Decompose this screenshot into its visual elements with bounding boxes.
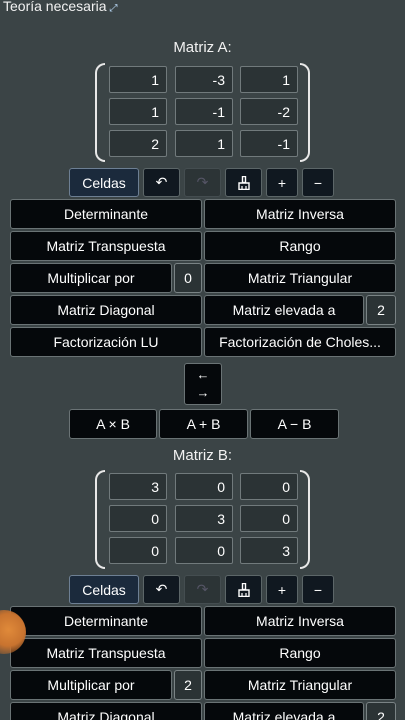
a-plus-b-button[interactable]: A + B xyxy=(159,409,248,439)
matrix-b-cell[interactable]: 0 xyxy=(109,505,167,532)
redo-button[interactable]: ↷ xyxy=(184,575,221,604)
rango-button[interactable]: Rango xyxy=(204,638,396,668)
matrix-a-cell[interactable]: -2 xyxy=(240,98,298,125)
triangular-button[interactable]: Matriz Triangular xyxy=(204,263,396,293)
matrix-a-cell[interactable]: 2 xyxy=(109,130,167,157)
matrix-b-left-bracket xyxy=(95,470,105,569)
matrix-a-cell[interactable]: 1 xyxy=(109,66,167,93)
broom-icon xyxy=(237,582,250,597)
elevada-value-input[interactable]: 2 xyxy=(366,295,396,325)
remove-button[interactable]: − xyxy=(302,575,334,604)
a-times-b-button[interactable]: A × B xyxy=(69,409,157,439)
undo-icon: ↶ xyxy=(155,174,168,190)
matrix-b-cell[interactable]: 0 xyxy=(175,537,233,564)
undo-icon: ↶ xyxy=(155,581,168,597)
broom-icon xyxy=(237,175,250,190)
elevada-value-input[interactable]: 2 xyxy=(366,702,396,720)
matrix-a-cell[interactable]: -1 xyxy=(175,98,233,125)
transpuesta-button[interactable]: Matriz Transpuesta xyxy=(10,638,202,668)
matrix-b-cell[interactable]: 0 xyxy=(240,505,298,532)
matrix-a-cell[interactable]: -1 xyxy=(240,130,298,157)
matrix-a-toolbar: Celdas ↶ ↷ + − xyxy=(69,168,334,197)
remove-button[interactable]: − xyxy=(302,168,334,197)
redo-icon: ↷ xyxy=(196,581,209,597)
matrix-b-cell[interactable]: 3 xyxy=(175,505,233,532)
celdas-button[interactable]: Celdas xyxy=(69,168,139,197)
matrix-a-cell[interactable]: -3 xyxy=(175,66,233,93)
matrix-b-cell[interactable]: 3 xyxy=(109,473,167,500)
external-link-icon: ⤢ xyxy=(109,3,118,14)
multiplicar-button[interactable]: Multiplicar por xyxy=(10,670,172,700)
a-minus-b-button[interactable]: A − B xyxy=(250,409,339,439)
elevada-button[interactable]: Matriz elevada a xyxy=(204,295,364,325)
binary-operations: A × B A + B A − B xyxy=(69,409,339,439)
theory-link[interactable]: Teoría necesaria ⤢ xyxy=(3,0,118,14)
inversa-button[interactable]: Matriz Inversa xyxy=(204,606,396,636)
diagonal-button[interactable]: Matriz Diagonal xyxy=(10,295,202,325)
redo-icon: ↷ xyxy=(196,174,209,190)
elevada-button[interactable]: Matriz elevada a xyxy=(204,702,364,720)
matrix-a-cell[interactable]: 1 xyxy=(175,130,233,157)
undo-button[interactable]: ↶ xyxy=(143,168,180,197)
multiplicar-value-input[interactable]: 2 xyxy=(174,670,202,700)
triangular-button[interactable]: Matriz Triangular xyxy=(204,670,396,700)
matrix-a-left-bracket xyxy=(95,63,105,162)
multiplicar-button[interactable]: Multiplicar por xyxy=(10,263,172,293)
matrix-b-toolbar: Celdas ↶ ↷ + − xyxy=(69,575,334,604)
cholesky-button[interactable]: Factorización de Choles... xyxy=(204,327,396,357)
matrix-b-cell[interactable]: 3 xyxy=(240,537,298,564)
add-button[interactable]: + xyxy=(266,575,298,604)
matrix-b-title: Matriz B: xyxy=(172,447,233,464)
transpuesta-button[interactable]: Matriz Transpuesta xyxy=(10,231,202,261)
matrix-a-cell[interactable]: 1 xyxy=(109,98,167,125)
redo-button[interactable]: ↷ xyxy=(184,168,221,197)
matrix-a-operations: Determinante Matriz Inversa Matriz Trans… xyxy=(10,199,397,359)
celdas-button[interactable]: Celdas xyxy=(69,575,139,604)
clear-button[interactable] xyxy=(225,168,262,197)
add-button[interactable]: + xyxy=(266,168,298,197)
undo-button[interactable]: ↶ xyxy=(143,575,180,604)
swap-matrices-button[interactable]: ← → xyxy=(184,363,222,405)
matrix-a-cell[interactable]: 1 xyxy=(240,66,298,93)
matrix-b-right-bracket xyxy=(300,470,310,569)
matrix-b-cell[interactable]: 0 xyxy=(240,473,298,500)
arrow-left-icon: ← xyxy=(196,367,210,382)
matrix-a-right-bracket xyxy=(300,63,310,162)
determinante-button[interactable]: Determinante xyxy=(10,199,202,229)
lu-button[interactable]: Factorización LU xyxy=(10,327,202,357)
rango-button[interactable]: Rango xyxy=(204,231,396,261)
clear-button[interactable] xyxy=(225,575,262,604)
matrix-b-operations: Determinante Matriz Inversa Matriz Trans… xyxy=(10,606,397,720)
multiplicar-value-input[interactable]: 0 xyxy=(174,263,202,293)
matrix-b-cell[interactable]: 0 xyxy=(175,473,233,500)
determinante-button[interactable]: Determinante xyxy=(10,606,202,636)
arrow-right-icon: → xyxy=(196,385,210,400)
theory-link-label: Teoría necesaria xyxy=(3,0,107,14)
matrix-a-title: Matriz A: xyxy=(173,39,232,56)
inversa-button[interactable]: Matriz Inversa xyxy=(204,199,396,229)
matrix-b-cell[interactable]: 0 xyxy=(109,537,167,564)
diagonal-button[interactable]: Matriz Diagonal xyxy=(10,702,202,720)
